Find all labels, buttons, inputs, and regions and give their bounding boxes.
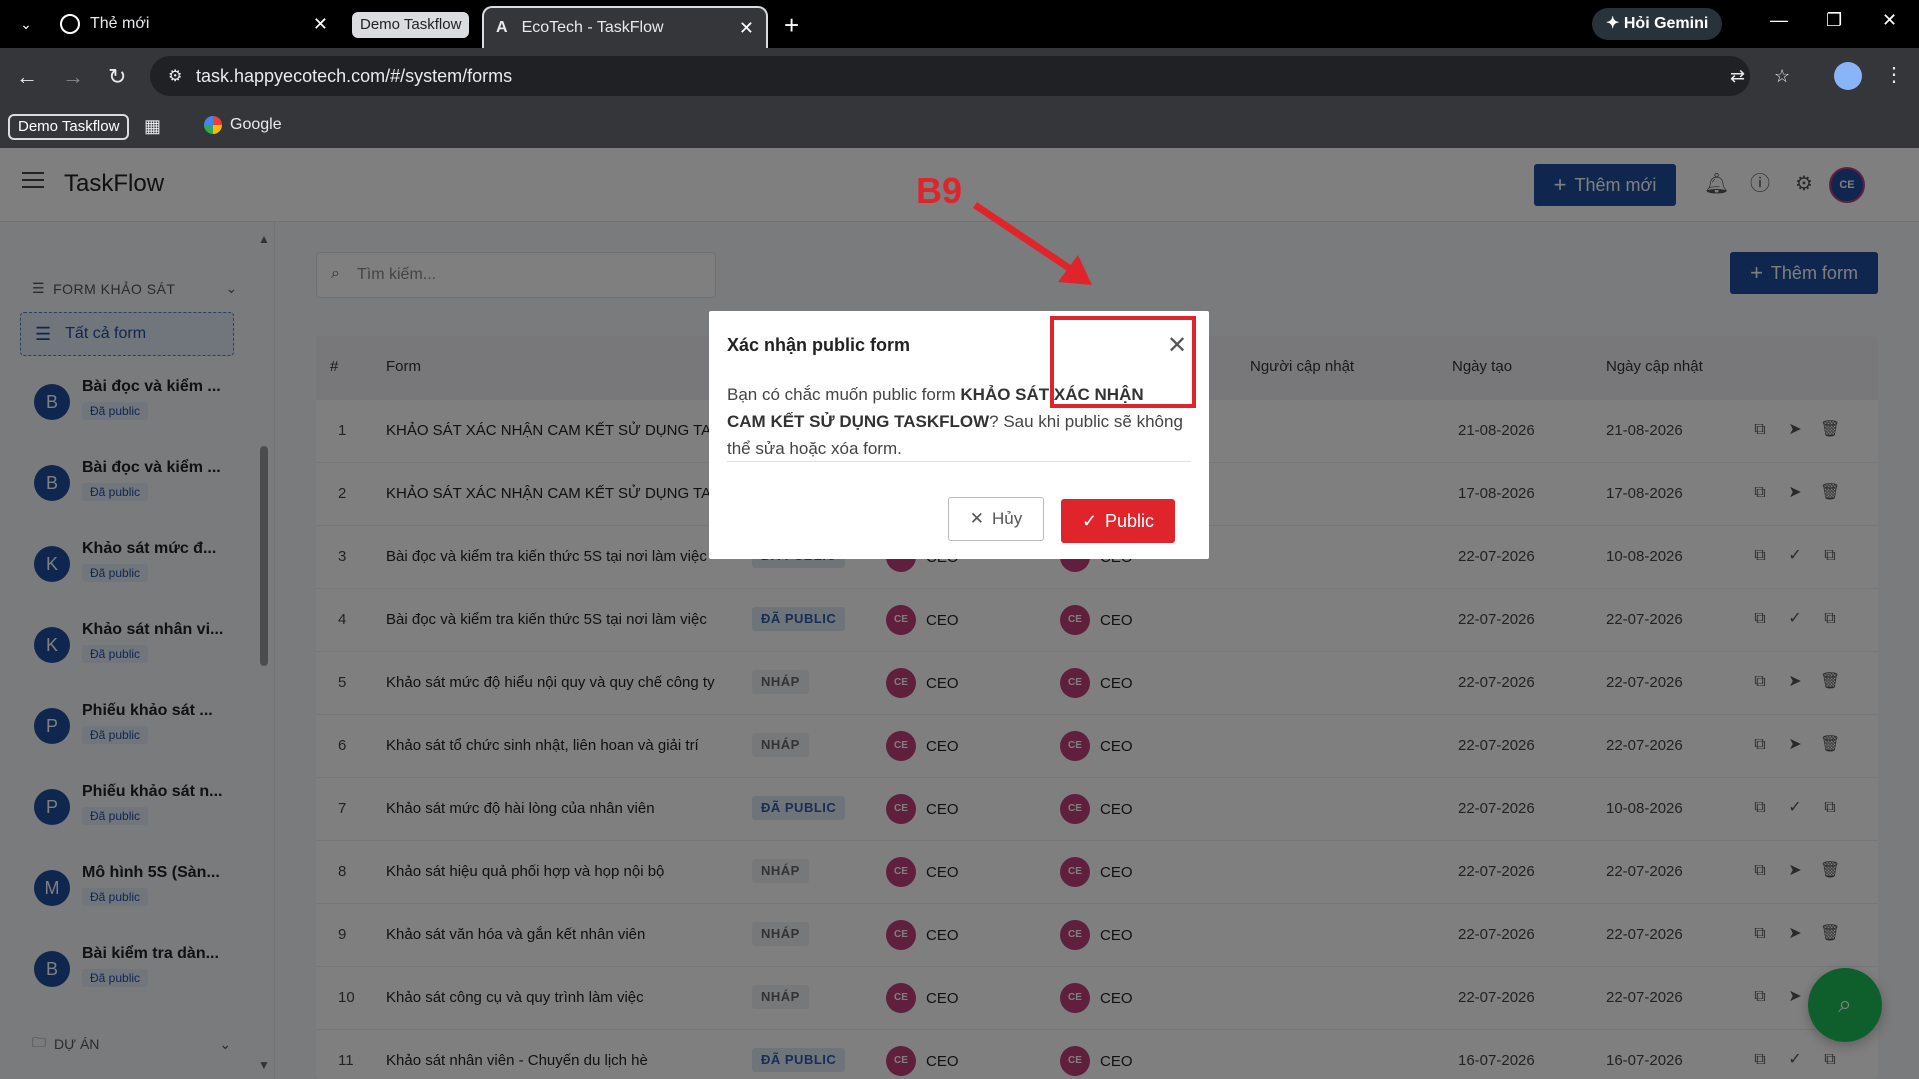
message-prefix: Bạn có chắc muốn public form — [727, 385, 961, 404]
close-tab-icon[interactable]: ✕ — [739, 18, 754, 39]
gemini-button[interactable]: ✦ Hỏi Gemini — [1592, 8, 1723, 40]
chrome-menu-icon[interactable]: ⋮ — [1884, 62, 1904, 87]
annotation-arrow-icon — [973, 202, 1092, 285]
check-icon: ✓ — [1081, 510, 1098, 531]
minimize-icon[interactable]: — — [1770, 10, 1788, 31]
browser-tab-bar: ⌄ Thẻ mới ✕ Demo Taskflow A EcoTech - Ta… — [0, 0, 1919, 48]
annotation-highlight-box — [1050, 316, 1196, 408]
chrome-icon — [60, 14, 80, 34]
back-icon[interactable]: ← — [16, 64, 38, 90]
close-window-icon[interactable]: ✕ — [1882, 10, 1897, 31]
gemini-label: Hỏi Gemini — [1623, 15, 1709, 32]
public-label: Public — [1105, 510, 1155, 531]
public-button[interactable]: ✓ Public — [1061, 499, 1175, 543]
modal-overlay[interactable]: Xác nhận public form ✕ Bạn có chắc muốn … — [0, 148, 1919, 1079]
address-bar: ← → ↻ ⚙ task.happyecotech.com/#/system/f… — [0, 48, 1919, 104]
browser-tab-new[interactable]: Thẻ mới ✕ — [50, 6, 340, 42]
tab-label: Thẻ mới — [90, 15, 150, 32]
tab-search-chevron-icon[interactable]: ⌄ — [14, 12, 38, 36]
translate-icon[interactable]: ⇄ — [1730, 66, 1745, 87]
reload-icon[interactable]: ↻ — [108, 64, 126, 90]
profile-avatar[interactable] — [1834, 62, 1862, 90]
dialog-title: Xác nhận public form — [727, 335, 911, 355]
cancel-button[interactable]: ✕ Hủy — [948, 497, 1044, 541]
bookmark-label: Google — [230, 116, 282, 133]
close-icon: ✕ — [969, 509, 984, 528]
restore-icon[interactable]: ❐ — [1826, 10, 1842, 31]
bookmark-google[interactable]: Google — [204, 116, 282, 134]
forward-icon[interactable]: → — [62, 64, 84, 90]
divider — [727, 461, 1191, 462]
sparkle-icon: ✦ — [1606, 15, 1624, 32]
tab-label: EcoTech - TaskFlow — [521, 19, 664, 36]
bookmarks-bar: Demo Taskflow ▦ Google — [0, 104, 1919, 148]
apps-grid-icon[interactable]: ▦ — [144, 116, 161, 137]
bookmark-group[interactable]: Demo Taskflow — [8, 114, 130, 140]
url-text: task.happyecotech.com/#/system/forms — [196, 66, 513, 86]
omnibox[interactable]: ⚙ task.happyecotech.com/#/system/forms ⇄… — [150, 56, 1790, 96]
browser-tab-active[interactable]: A EcoTech - TaskFlow ✕ — [482, 6, 768, 48]
site-info-icon[interactable]: ⚙ — [168, 66, 182, 86]
annotation-step-label: B9 — [916, 170, 963, 211]
close-tab-icon[interactable]: ✕ — [313, 14, 328, 35]
bookmark-star-icon[interactable]: ☆ — [1774, 66, 1790, 87]
new-tab-button[interactable]: + — [784, 10, 799, 41]
tab-group-chip[interactable]: Demo Taskflow — [352, 12, 470, 38]
google-icon — [204, 116, 222, 134]
site-favicon-icon: A — [496, 19, 508, 36]
cancel-label: Hủy — [992, 509, 1023, 528]
